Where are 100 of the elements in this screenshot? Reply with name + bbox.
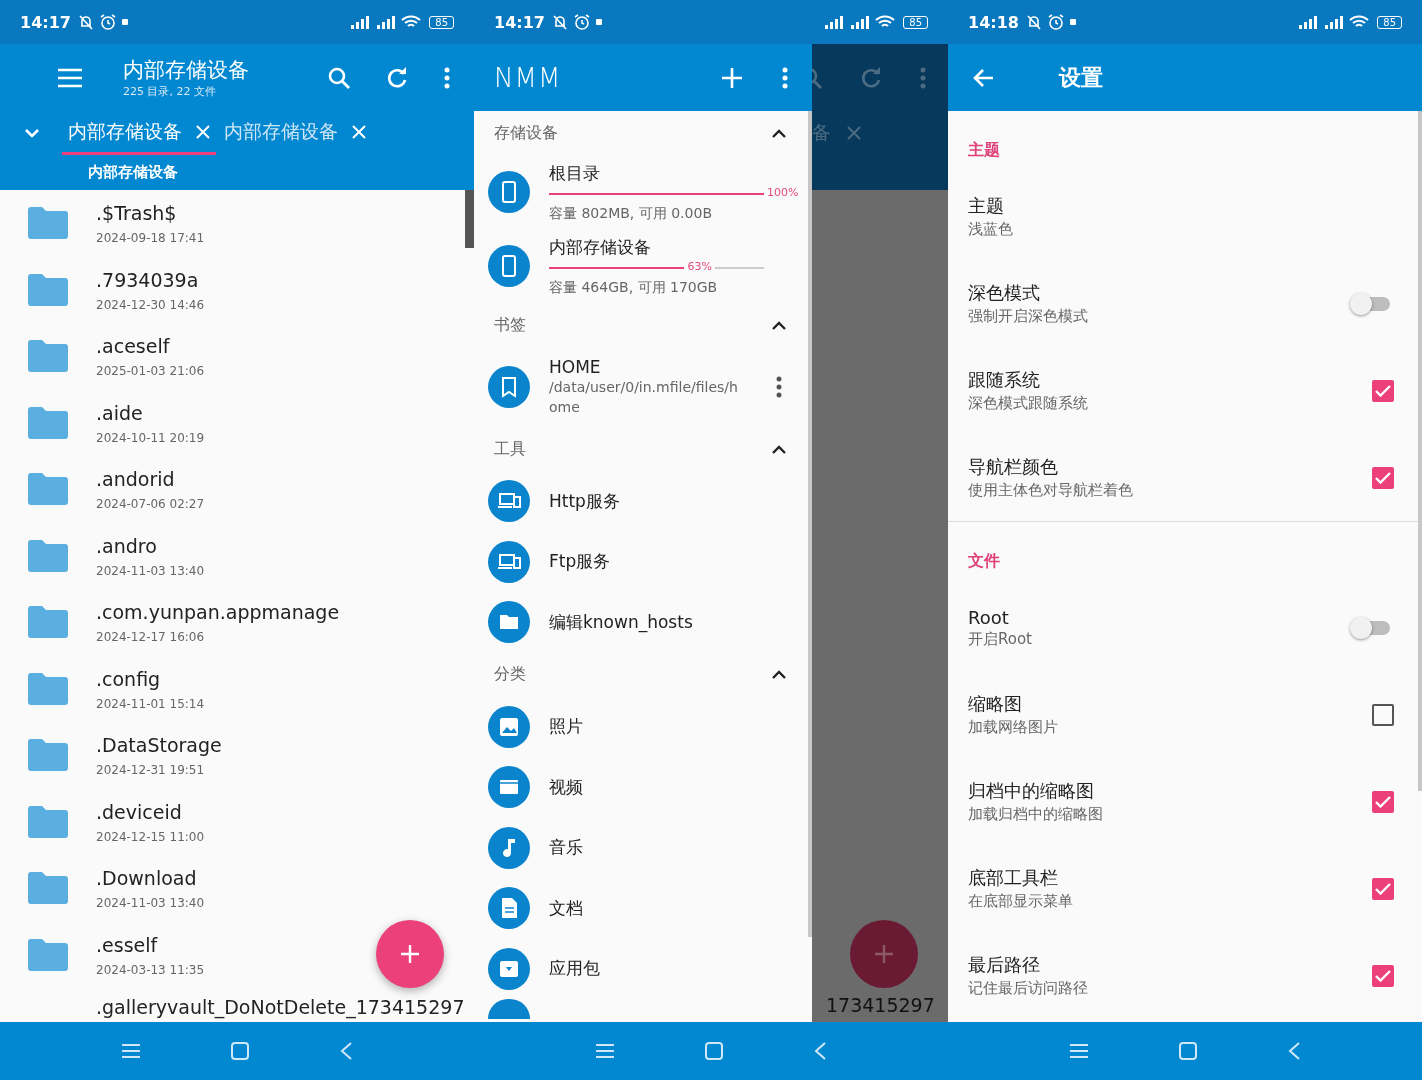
checkbox[interactable] [1372,703,1394,726]
refresh-icon[interactable] [386,66,408,89]
file-name[interactable]: .deviceid [96,799,205,824]
checkbox[interactable] [1372,379,1394,402]
file-date: 2024-12-15 11:00 [96,829,205,844]
scrollbar[interactable] [1418,111,1422,791]
folder-icon [28,606,68,639]
chevron-icon[interactable] [772,670,786,679]
setting-summary: 深色模式跟随系统 [968,394,1089,413]
file-name[interactable]: .galleryvault_DoNotDelete_173415297 [96,995,465,1019]
back-icon[interactable] [1288,1042,1300,1060]
close-icon[interactable] [196,124,210,139]
chevron-icon[interactable] [772,444,786,454]
storage-name[interactable]: 根目录 [549,161,798,185]
folder-icon [28,207,68,240]
file-name[interactable]: .DataStorage [96,733,222,758]
refresh-icon [860,66,882,89]
setting-title[interactable]: Root [968,606,1354,628]
close-icon[interactable] [352,124,366,139]
signal-icon [1323,15,1346,29]
document-icon [488,887,530,930]
section-header: 存储设备 [494,122,558,144]
menu-icon[interactable] [1070,1044,1088,1058]
drawer-item[interactable]: 应用包 [549,957,600,981]
drawer-item[interactable]: 照片 [549,715,583,739]
folder-icon [28,739,68,772]
search-icon[interactable] [328,66,350,89]
more-icon[interactable] [776,376,782,398]
setting-title[interactable]: 底部工具栏 [968,866,1372,890]
checkbox[interactable] [1372,466,1394,489]
alarm-icon [98,13,117,31]
home-icon[interactable] [231,1042,249,1060]
more-icon[interactable] [444,66,450,89]
menu-icon[interactable] [596,1044,614,1058]
setting-title[interactable]: 跟随系统 [968,368,1372,392]
file-name[interactable]: .com.yunpan.appmanage [96,600,340,625]
search-icon [812,66,822,89]
more-icon[interactable] [782,66,788,89]
file-name[interactable]: .andorid [96,467,205,492]
drawer-item[interactable]: 音乐 [549,836,583,860]
setting-title[interactable]: 缩略图 [968,692,1372,716]
file-name[interactable]: .Download [96,866,205,891]
folder-tab[interactable]: 内部存储设备 [62,111,216,155]
path-breadcrumb[interactable]: 内部存储设备 [88,163,178,182]
menu-icon[interactable] [122,1044,140,1058]
folder-icon [488,601,530,644]
signal-icon [349,15,372,29]
setting-summary: 开启Root [968,629,1033,649]
home-icon[interactable] [1179,1042,1197,1060]
checkbox[interactable] [1372,877,1394,900]
drawer-item[interactable]: 视频 [549,775,583,799]
notification-icon [120,18,129,26]
file-name[interactable]: .config [96,666,205,691]
storage-name[interactable]: 内部存储设备 [549,235,798,259]
setting-title[interactable]: 深色模式 [968,281,1354,305]
file-date: 2024-11-01 15:14 [96,696,205,711]
file-name[interactable]: .aceself [96,334,205,359]
setting-title[interactable]: 导航栏颜色 [968,455,1372,479]
drawer-item[interactable]: Http服务 [549,489,620,513]
setting-summary: 浅蓝色 [968,220,1014,239]
file-date: 2025-01-03 21:06 [96,364,205,379]
scrollbar[interactable] [808,111,812,937]
alarm-icon [572,13,591,31]
file-date: 2024-07-06 02:27 [96,497,205,512]
add-button[interactable] [376,920,444,988]
chevron-icon[interactable] [772,320,786,330]
file-name[interactable]: .$Trash$ [96,201,205,226]
checkbox[interactable] [1372,790,1394,813]
file-date: 2024-03-13 11:35 [96,962,205,977]
notification-icon [594,18,603,26]
file-name[interactable]: .7934039a [96,267,205,292]
drawer-item[interactable]: 编辑known_hosts [549,610,693,634]
drawer-item[interactable]: 文档 [549,896,583,920]
scrollbar[interactable] [465,190,474,248]
file-name[interactable]: .esself [96,932,205,957]
notification-icon [1068,18,1077,26]
plus-icon[interactable] [722,67,742,88]
back-arrow-icon[interactable] [972,67,994,88]
folder-icon [28,273,68,306]
battery-indicator: 85 [903,15,928,29]
setting-title[interactable]: 最后路径 [968,953,1372,977]
checkbox[interactable] [1372,964,1394,987]
setting-title[interactable]: 主题 [968,194,1394,218]
drawer-item[interactable]: Ftp服务 [549,550,611,574]
phone-icon [488,245,530,287]
item-icon [488,999,530,1019]
bookmark-name[interactable]: HOME [549,357,762,377]
more-icon [920,66,926,89]
file-name[interactable]: .andro [96,533,205,558]
back-icon[interactable] [814,1042,826,1060]
devices-icon [488,480,530,523]
back-icon[interactable] [340,1042,352,1060]
setting-title[interactable]: 归档中的缩略图 [968,779,1372,803]
status-time: 14:17 [20,12,71,32]
chevron-down-icon[interactable] [24,128,40,138]
close-icon [847,126,861,140]
signal-icon [849,15,872,29]
chevron-icon[interactable] [772,128,786,138]
file-name[interactable]: .aide [96,400,205,425]
home-icon[interactable] [705,1042,723,1060]
